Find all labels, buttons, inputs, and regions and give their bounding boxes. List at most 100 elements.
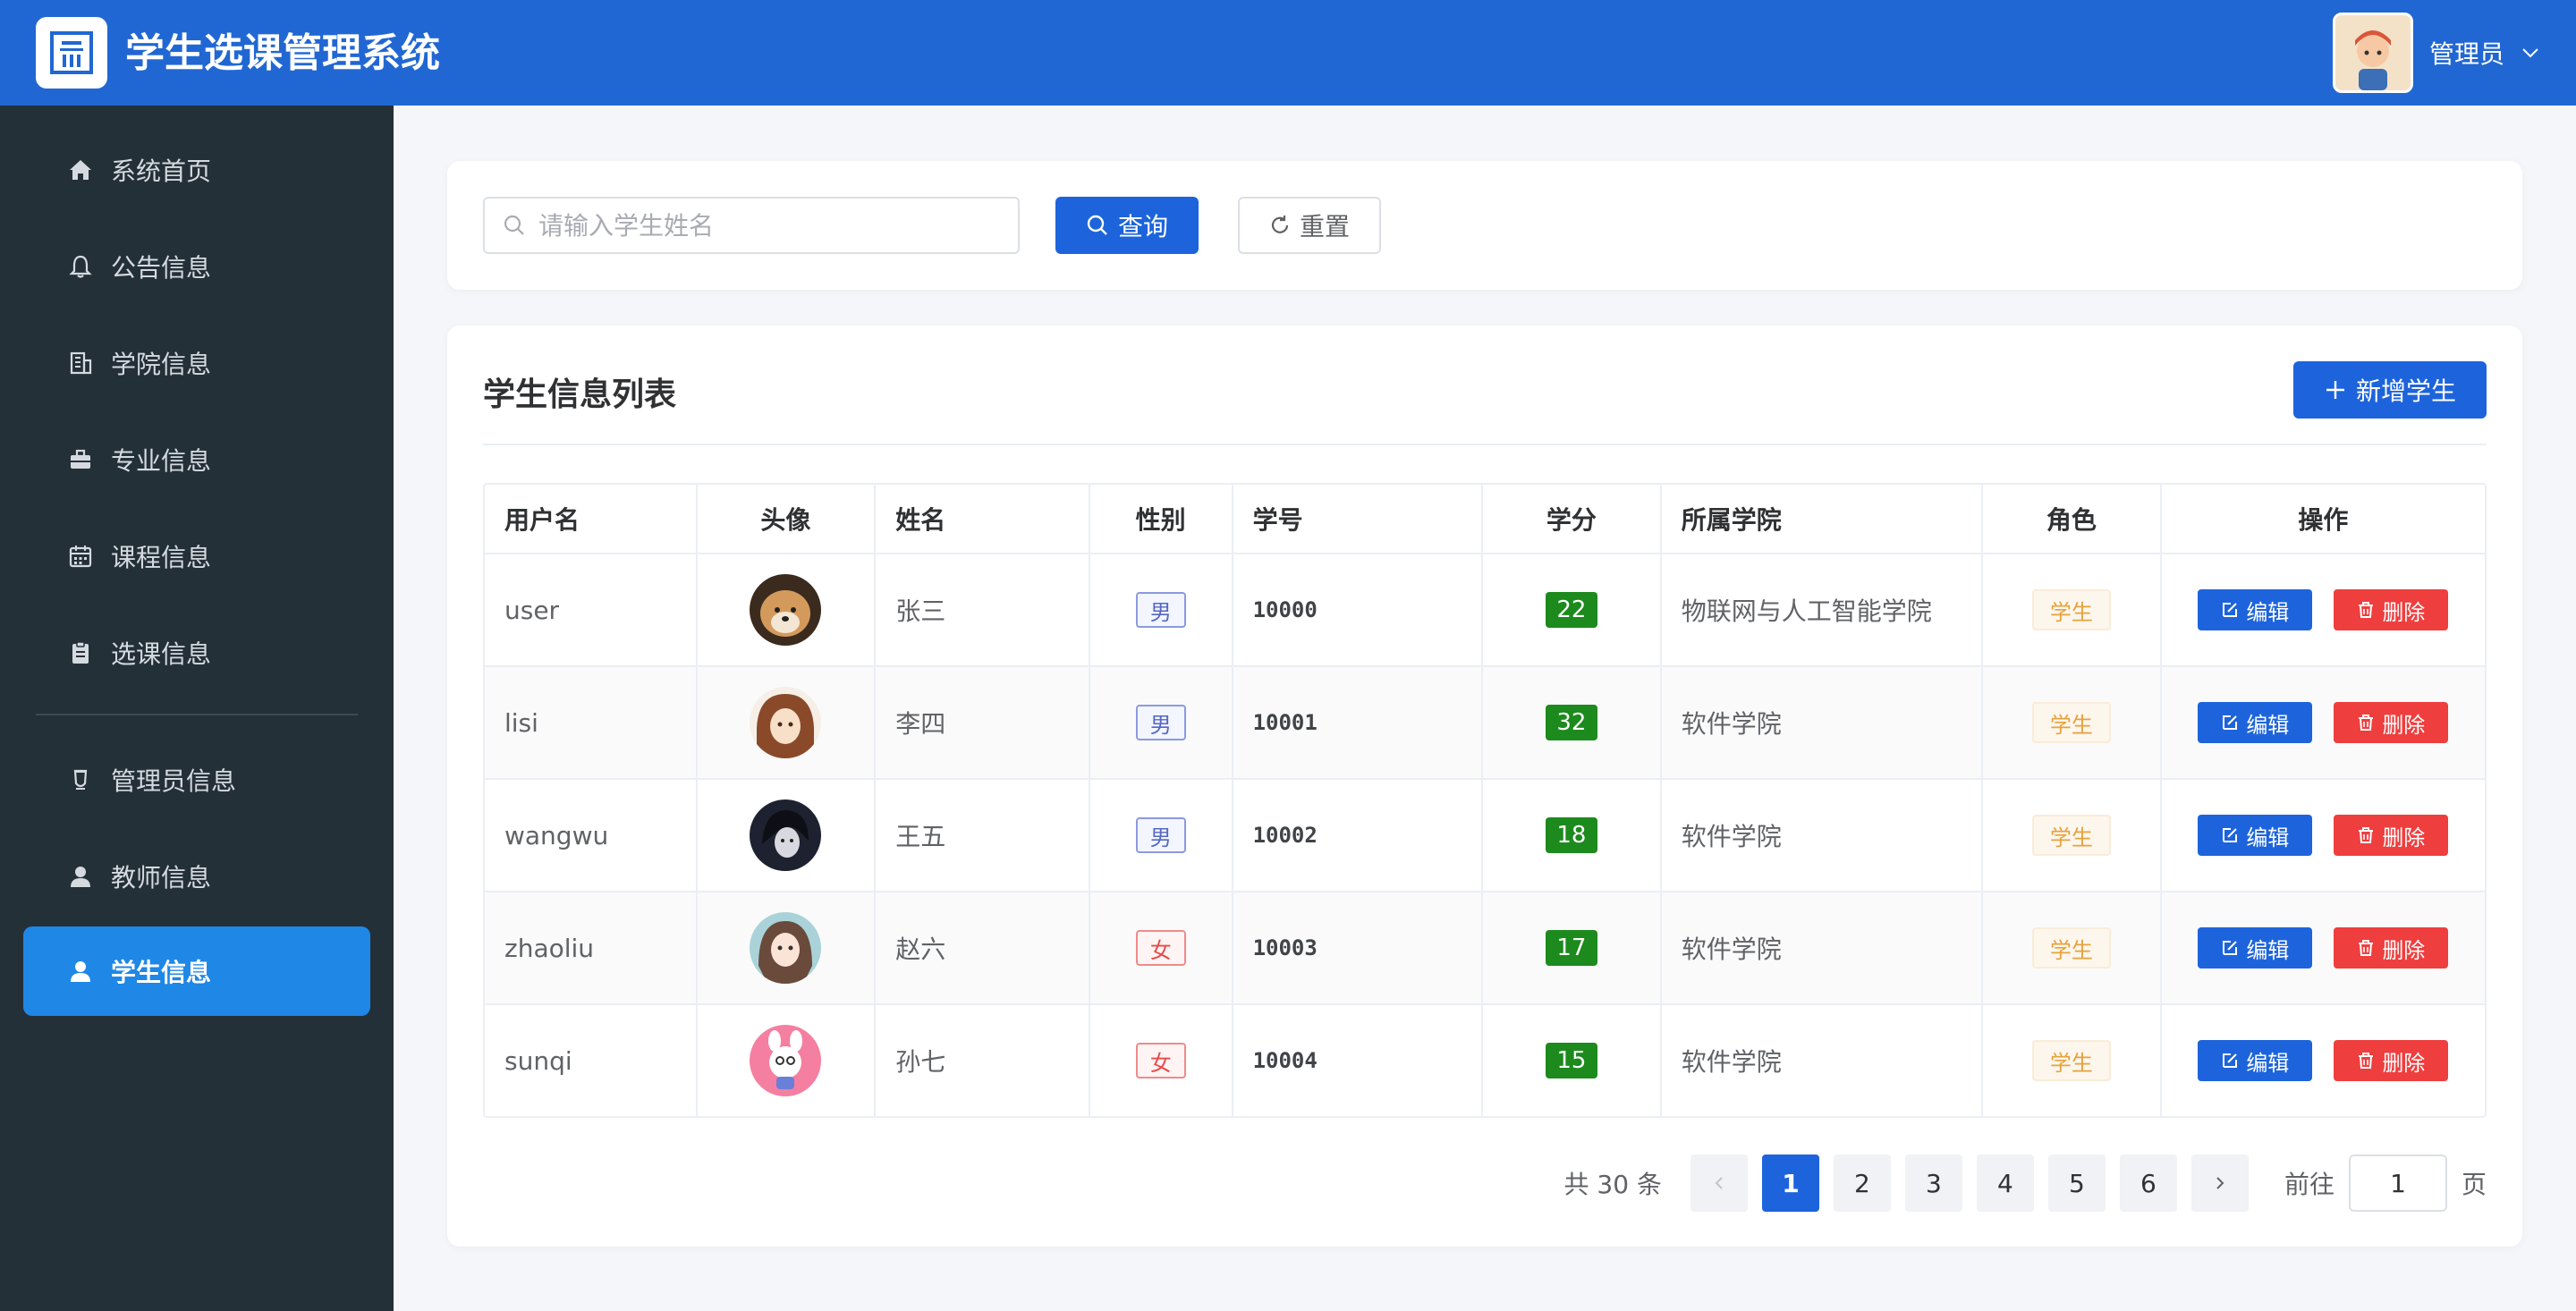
sidebar-item-major[interactable]: 专业信息 bbox=[23, 415, 370, 504]
sidebar-item-notice[interactable]: 公告信息 bbox=[23, 222, 370, 311]
avatar bbox=[750, 687, 822, 758]
credit-cell: 18 bbox=[1483, 780, 1662, 891]
prev-page-button[interactable] bbox=[1690, 1155, 1748, 1212]
query-button[interactable]: 查询 bbox=[1055, 197, 1199, 254]
avatar bbox=[750, 574, 822, 646]
clipboard-icon bbox=[66, 639, 95, 667]
credit-badge: 17 bbox=[1545, 930, 1597, 966]
college-cell: 软件学院 bbox=[1662, 667, 1984, 778]
list-title: 学生信息列表 bbox=[483, 376, 677, 413]
logo bbox=[36, 17, 107, 89]
username-cell: sunqi bbox=[485, 1005, 698, 1116]
edit-button[interactable]: 编辑 bbox=[2198, 1040, 2313, 1081]
edit-label: 编辑 bbox=[2246, 599, 2290, 625]
user-menu[interactable]: 管理员 bbox=[2332, 13, 2540, 93]
delete-button[interactable]: 删除 bbox=[2334, 589, 2449, 630]
college-cell: 物联网与人工智能学院 bbox=[1662, 554, 1984, 665]
trash-icon bbox=[2359, 1053, 2374, 1069]
delete-label: 删除 bbox=[2382, 825, 2426, 850]
sidebar-item-selection[interactable]: 选课信息 bbox=[23, 608, 370, 698]
sidebar-item-admin[interactable]: 管理员信息 bbox=[23, 735, 370, 825]
briefcase-icon bbox=[66, 445, 95, 474]
admin-name: 管理员 bbox=[2428, 39, 2504, 69]
sidebar-item-college[interactable]: 学院信息 bbox=[23, 318, 370, 408]
sidebar-item-home[interactable]: 系统首页 bbox=[23, 125, 370, 215]
column-header: 性别 bbox=[1090, 485, 1233, 553]
page-button[interactable]: 6 bbox=[2119, 1155, 2177, 1212]
search-input[interactable] bbox=[538, 210, 1004, 241]
user-icon bbox=[66, 862, 95, 891]
table-header-row: 用户名 头像 姓名 性别 学号 学分 所属学院 角色 操作 bbox=[485, 485, 2485, 553]
admin-avatar[interactable] bbox=[2332, 13, 2413, 93]
edit-button[interactable]: 编辑 bbox=[2198, 927, 2313, 968]
column-header: 操作 bbox=[2298, 505, 2349, 535]
sno-cell: 10003 bbox=[1233, 892, 1484, 1003]
reset-button[interactable]: 重置 bbox=[1238, 197, 1381, 254]
role-tag: 学生 bbox=[2031, 702, 2111, 743]
sidebar-item-label: 教师信息 bbox=[111, 863, 212, 892]
edit-button[interactable]: 编辑 bbox=[2198, 702, 2313, 743]
delete-button[interactable]: 删除 bbox=[2334, 1040, 2449, 1081]
add-student-label: 新增学生 bbox=[2355, 376, 2456, 406]
search-field[interactable] bbox=[483, 197, 1020, 254]
delete-button[interactable]: 删除 bbox=[2334, 702, 2449, 743]
user-icon bbox=[66, 957, 95, 985]
credit-badge: 22 bbox=[1545, 592, 1597, 628]
page-button[interactable]: 1 bbox=[1761, 1155, 1819, 1212]
gender-tag: 男 bbox=[1135, 705, 1186, 740]
role-cell: 学生 bbox=[1983, 1005, 2162, 1116]
pagination: 共 30 条 1 2 3 4 5 6 前往 页 bbox=[1564, 1154, 2487, 1213]
college-cell: 软件学院 bbox=[1662, 1005, 1984, 1116]
avatar bbox=[750, 912, 822, 984]
column-header: 用户名 bbox=[485, 485, 698, 553]
building-logo-icon bbox=[50, 31, 93, 74]
edit-button[interactable]: 编辑 bbox=[2198, 815, 2313, 856]
username-cell: wangwu bbox=[485, 780, 698, 891]
bell-icon bbox=[66, 252, 95, 281]
student-number: 10003 bbox=[1252, 935, 1318, 960]
name-cell: 王五 bbox=[876, 780, 1090, 891]
sidebar-item-course[interactable]: 课程信息 bbox=[23, 512, 370, 601]
gender-cell: 男 bbox=[1090, 780, 1233, 891]
sidebar-item-label: 专业信息 bbox=[111, 446, 212, 476]
student-number: 10004 bbox=[1252, 1048, 1318, 1073]
username-cell: user bbox=[485, 554, 698, 665]
credit-cell: 22 bbox=[1483, 554, 1662, 665]
gender-cell: 女 bbox=[1090, 1005, 1233, 1116]
chevron-down-icon[interactable] bbox=[2521, 43, 2540, 63]
sidebar-item-teacher[interactable]: 教师信息 bbox=[23, 832, 370, 921]
cup-icon bbox=[66, 765, 95, 794]
table-row: sunqi 孙七 女 10004 15 软件学院 学生 编辑 删除 bbox=[485, 1003, 2485, 1116]
page-button[interactable]: 2 bbox=[1833, 1155, 1891, 1212]
delete-button[interactable]: 删除 bbox=[2334, 927, 2449, 968]
username-cell: lisi bbox=[485, 667, 698, 778]
add-student-button[interactable]: 新增学生 bbox=[2293, 361, 2487, 419]
sno-cell: 10002 bbox=[1233, 780, 1484, 891]
actions-cell: 编辑 删除 bbox=[2162, 780, 2485, 891]
role-cell: 学生 bbox=[1983, 667, 2162, 778]
total-count: 共 30 条 bbox=[1563, 1170, 1662, 1199]
table-row: lisi 李四 男 10001 32 软件学院 学生 编辑 删除 bbox=[485, 665, 2485, 778]
role-tag: 学生 bbox=[2031, 1040, 2111, 1081]
role-cell: 学生 bbox=[1983, 892, 2162, 1003]
avatar-cell bbox=[698, 1005, 877, 1116]
page-button[interactable]: 3 bbox=[1904, 1155, 1962, 1212]
page-button[interactable]: 5 bbox=[2047, 1155, 2106, 1212]
actions-cell: 编辑 删除 bbox=[2162, 667, 2485, 778]
edit-button[interactable]: 编辑 bbox=[2198, 589, 2313, 630]
page-button[interactable]: 4 bbox=[1976, 1155, 2034, 1212]
sno-cell: 10000 bbox=[1233, 554, 1484, 665]
next-page-button[interactable] bbox=[2190, 1155, 2249, 1212]
column-header: 角色 bbox=[1983, 485, 2162, 553]
username-cell: zhaoliu bbox=[485, 892, 698, 1003]
top-header: 学生选课管理系统 管理员 bbox=[0, 0, 2576, 106]
delete-label: 删除 bbox=[2382, 937, 2426, 963]
edit-icon bbox=[2223, 828, 2238, 842]
edit-icon bbox=[2223, 1053, 2238, 1068]
edit-label: 编辑 bbox=[2246, 712, 2290, 738]
delete-button[interactable]: 删除 bbox=[2334, 815, 2449, 856]
sidebar-item-student[interactable]: 学生信息 bbox=[23, 926, 370, 1016]
student-list-card: 学生信息列表 新增学生 用户名 头像 姓名 性别 学号 学分 所属学院 角色 操… bbox=[447, 326, 2522, 1247]
goto-page-input[interactable] bbox=[2348, 1155, 2447, 1212]
role-tag: 学生 bbox=[2031, 927, 2111, 968]
